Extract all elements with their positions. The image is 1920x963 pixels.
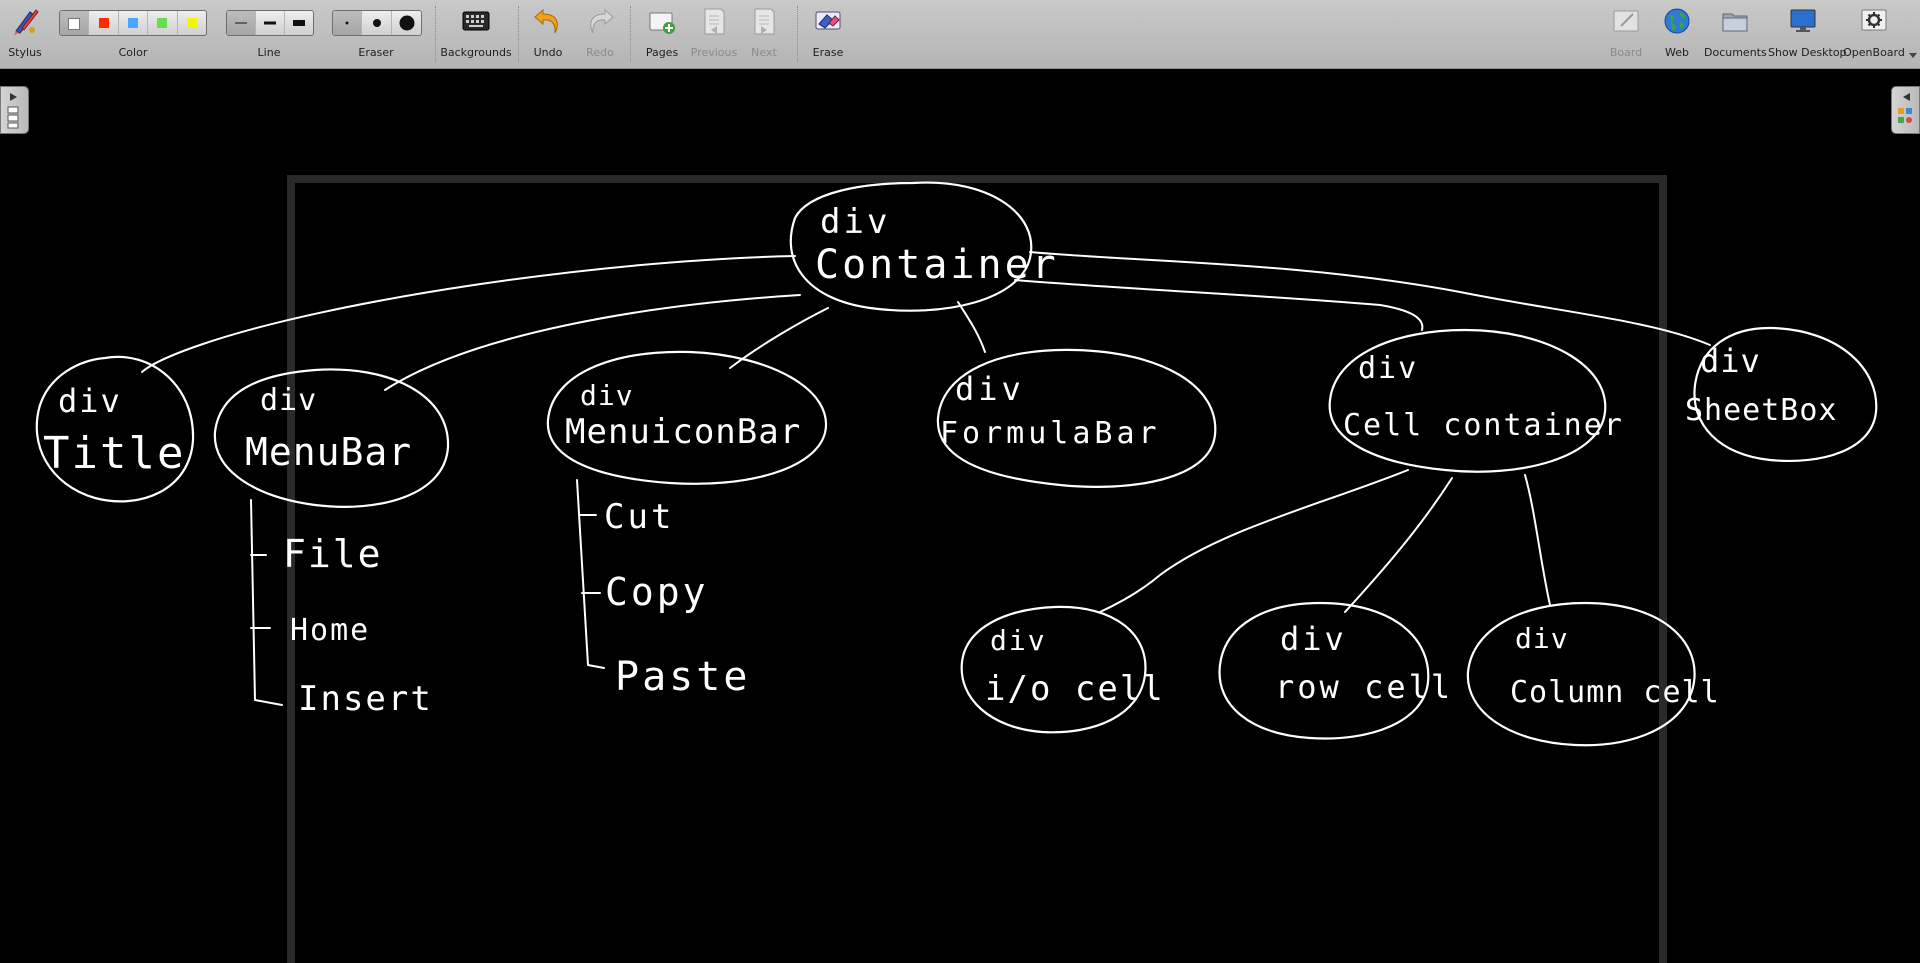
menuiconbar-item: Paste [615,654,750,700]
node-child-name: MenuiconBar [565,412,801,452]
menuiconbar-item: Cut [604,497,674,537]
node-container-tag: div [820,202,890,242]
menubar-item: File [283,532,383,576]
cell-child-name: row cell [1275,668,1453,706]
handwriting-layer: divContainerdivTitledivMenuBardivMenuico… [43,202,1838,719]
node-child-name: Title [43,428,185,479]
connector-container-sheetbox [1029,251,1711,346]
cell-child-name: Column cell [1510,675,1720,710]
node-child-tag: div [260,383,317,418]
menuiconbar-item: Copy [605,570,709,614]
menubar-item: Insert [298,679,433,719]
connector-container-title [141,255,796,373]
node-child-name: Cell container [1343,408,1624,443]
menubar-item: Home [290,613,370,648]
connector-container-cellcontainer [1014,279,1424,331]
tree-connectors [141,251,1711,706]
cell-child-name: i/o cell [985,669,1165,709]
cell-child-tag: div [1515,622,1569,655]
connector-cell-row [1344,477,1453,613]
node-child-name: MenuBar [245,430,412,474]
node-child-name: SheetBox [1685,393,1838,428]
board-canvas[interactable]: divContainerdivTitledivMenuBardivMenuico… [0,0,1920,938]
cell-child-tag: div [1280,620,1347,658]
node-child-tag: div [58,382,122,420]
menubar-item-bracket [250,499,283,706]
menuiconbar-item-bracket [576,479,605,669]
node-container-name: Container [815,242,1059,288]
node-child-tag: div [955,370,1025,408]
node-child-tag: div [580,379,634,412]
connector-cell-column [1524,474,1551,606]
node-child-tag: div [1358,351,1418,386]
node-child-name: FormulaBar [940,416,1161,451]
connector-container-menubar [384,294,801,391]
connector-container-formulabar [957,301,986,353]
connector-cell-io [1099,469,1409,613]
cell-child-tag: div [990,624,1047,657]
node-child-tag: div [1700,342,1761,380]
